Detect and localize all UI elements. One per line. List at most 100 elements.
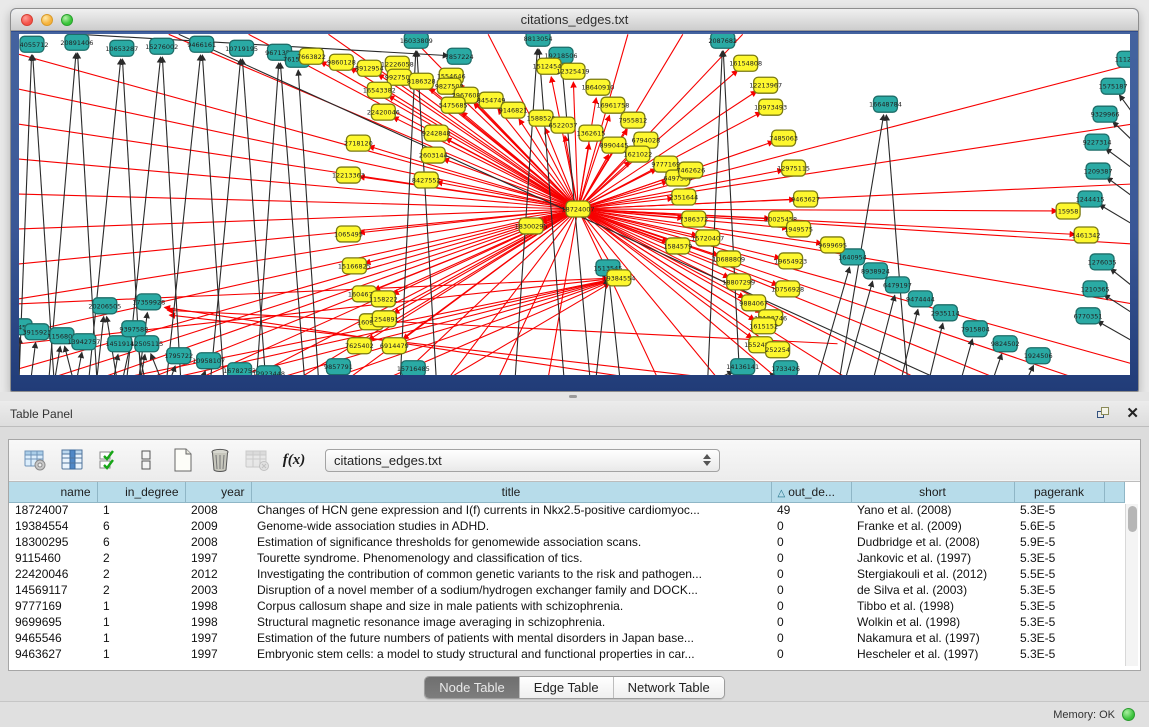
- graph-node[interactable]: 9397588: [119, 321, 148, 337]
- graph-node[interactable]: 8912954: [355, 60, 384, 76]
- table-cell[interactable]: Structural magnetic resonance image aver…: [251, 614, 771, 630]
- table-cell[interactable]: 0: [771, 518, 851, 534]
- table-cell[interactable]: Disruption of a novel member of a sodium…: [251, 582, 771, 598]
- graph-node[interactable]: 10653287: [105, 40, 138, 56]
- close-panel-icon[interactable]: ✕: [1126, 406, 1139, 421]
- graph-node[interactable]: 10756928: [771, 281, 804, 297]
- graph-node[interactable]: 12505115: [130, 336, 163, 352]
- table-cell[interactable]: 22420046: [9, 566, 97, 582]
- table-cell[interactable]: 5.5E-5: [1014, 566, 1104, 582]
- graph-node[interactable]: 8813054: [524, 34, 553, 46]
- table-cell[interactable]: 2008: [185, 534, 251, 550]
- table-cell[interactable]: Stergiakouli et al. (2012): [851, 566, 1014, 582]
- graph-node[interactable]: 8938924: [861, 263, 890, 279]
- graph-node[interactable]: 9884067: [739, 295, 768, 311]
- checklist-icon[interactable]: [95, 446, 123, 474]
- graph-node[interactable]: 1276035: [1088, 254, 1117, 270]
- graph-node[interactable]: 13942757: [67, 334, 100, 350]
- table-row[interactable]: 977716911998Corpus callosum shape and si…: [9, 598, 1125, 614]
- table-cell[interactable]: 9465546: [9, 630, 97, 646]
- graph-node[interactable]: 6522037: [549, 117, 578, 133]
- graph-node[interactable]: 14136141: [726, 359, 759, 375]
- table-cell[interactable]: 0: [771, 598, 851, 614]
- table-cell[interactable]: Genome-wide association studies in ADHD.: [251, 518, 771, 534]
- graph-node[interactable]: 22420046: [367, 104, 400, 120]
- table-cell[interactable]: Investigating the contribution of common…: [251, 566, 771, 582]
- table-cell[interactable]: 5.3E-5: [1014, 614, 1104, 630]
- table-cell[interactable]: 0: [771, 566, 851, 582]
- graph-node[interactable]: 9474444: [906, 291, 935, 307]
- table-row[interactable]: 1938455462009Genome-wide association stu…: [9, 518, 1125, 534]
- graph-node[interactable]: 9227314: [1083, 134, 1112, 150]
- tab-edge-table[interactable]: Edge Table: [520, 677, 614, 698]
- table-cell[interactable]: 18724007: [9, 502, 97, 518]
- table-cell[interactable]: 2003: [185, 582, 251, 598]
- graph-node[interactable]: 18300295: [515, 218, 548, 234]
- graph-node[interactable]: 2351644: [669, 189, 698, 205]
- graph-node[interactable]: 7663822: [297, 48, 326, 64]
- table-cell[interactable]: 5.3E-5: [1014, 646, 1104, 662]
- table-cell[interactable]: 5.3E-5: [1014, 598, 1104, 614]
- graph-node[interactable]: 15958: [1056, 203, 1080, 219]
- graph-node[interactable]: 9463627: [791, 191, 820, 207]
- graph-node[interactable]: 1575187: [1099, 78, 1128, 94]
- graph-node[interactable]: 16154808: [729, 55, 762, 71]
- table-cell[interactable]: 1997: [185, 550, 251, 566]
- graph-node[interactable]: 19384554: [602, 270, 635, 286]
- graph-node[interactable]: 9824502: [991, 336, 1020, 352]
- graph-node[interactable]: 16033809: [400, 34, 433, 48]
- graph-node[interactable]: 2603144: [419, 147, 448, 163]
- graph-node[interactable]: 2935114: [931, 305, 960, 321]
- graph-node[interactable]: 16543382: [363, 82, 396, 98]
- graph-node[interactable]: 12213967: [749, 77, 782, 93]
- new-table-icon[interactable]: [169, 446, 197, 474]
- table-cell[interactable]: Yano et al. (2008): [851, 502, 1014, 518]
- table-row[interactable]: 946554611997Estimation of the future num…: [9, 630, 1125, 646]
- window-titlebar[interactable]: citations_edges.txt: [11, 9, 1138, 31]
- graph-node[interactable]: 1254891: [370, 311, 399, 327]
- column-header-out_de[interactable]: △out_de...: [771, 482, 851, 502]
- select-columns-icon[interactable]: [58, 446, 86, 474]
- table-row[interactable]: 946362711997Embryonic stem cells: a mode…: [9, 646, 1125, 662]
- table-cell[interactable]: 0: [771, 550, 851, 566]
- graph-node[interactable]: 14055712: [19, 36, 48, 52]
- table-cell[interactable]: 1997: [185, 630, 251, 646]
- table-cell[interactable]: Hescheler et al. (1997): [851, 646, 1014, 662]
- table-cell[interactable]: Nakamura et al. (1997): [851, 630, 1014, 646]
- table-cell[interactable]: 9699695: [9, 614, 97, 630]
- delete-table-icon[interactable]: [206, 446, 234, 474]
- table-cell[interactable]: 5.3E-5: [1014, 550, 1104, 566]
- table-cell[interactable]: Jankovic et al. (1997): [851, 550, 1014, 566]
- graph-node[interactable]: 1362615: [577, 125, 606, 141]
- table-row[interactable]: 1456911722003Disruption of a novel membe…: [9, 582, 1125, 598]
- tab-network-table[interactable]: Network Table: [614, 677, 724, 698]
- delete-column-icon-disabled[interactable]: [243, 446, 271, 474]
- graph-node[interactable]: 9146821: [499, 102, 528, 118]
- table-cell[interactable]: 9777169: [9, 598, 97, 614]
- table-cell[interactable]: 5.3E-5: [1014, 630, 1104, 646]
- graph-node[interactable]: 1621022: [623, 146, 652, 162]
- table-cell[interactable]: 9115460: [9, 550, 97, 566]
- graph-node[interactable]: 1209387: [1084, 163, 1113, 179]
- graph-node[interactable]: 20891406: [60, 34, 93, 50]
- graph-node[interactable]: 12213363: [332, 167, 365, 183]
- graph-node[interactable]: 9242848: [422, 125, 451, 141]
- graph-node[interactable]: 2718120: [344, 135, 373, 151]
- graph-node[interactable]: 7386372: [679, 211, 708, 227]
- graph-node[interactable]: 1461342: [1072, 227, 1101, 243]
- graph-node[interactable]: 15720407: [691, 230, 724, 246]
- table-cell[interactable]: Estimation of the future numbers of pati…: [251, 630, 771, 646]
- table-cell[interactable]: 5.6E-5: [1014, 518, 1104, 534]
- function-builder-icon[interactable]: f(x): [280, 446, 308, 474]
- graph-node[interactable]: 7485063: [769, 130, 798, 146]
- table-cell[interactable]: 1998: [185, 598, 251, 614]
- table-scrollbar-thumb[interactable]: [1128, 506, 1137, 532]
- graph-node[interactable]: 1733426: [771, 361, 800, 375]
- table-row[interactable]: 969969511998Structural magnetic resonanc…: [9, 614, 1125, 630]
- split-grip[interactable]: [569, 395, 577, 398]
- graph-node[interactable]: 1158222: [369, 291, 398, 307]
- graph-node[interactable]: 6914479: [380, 338, 409, 354]
- table-cell[interactable]: Tourette syndrome. Phenomenology and cla…: [251, 550, 771, 566]
- table-cell[interactable]: Estimation of significance thresholds fo…: [251, 534, 771, 550]
- graph-node[interactable]: 9466161: [187, 36, 216, 52]
